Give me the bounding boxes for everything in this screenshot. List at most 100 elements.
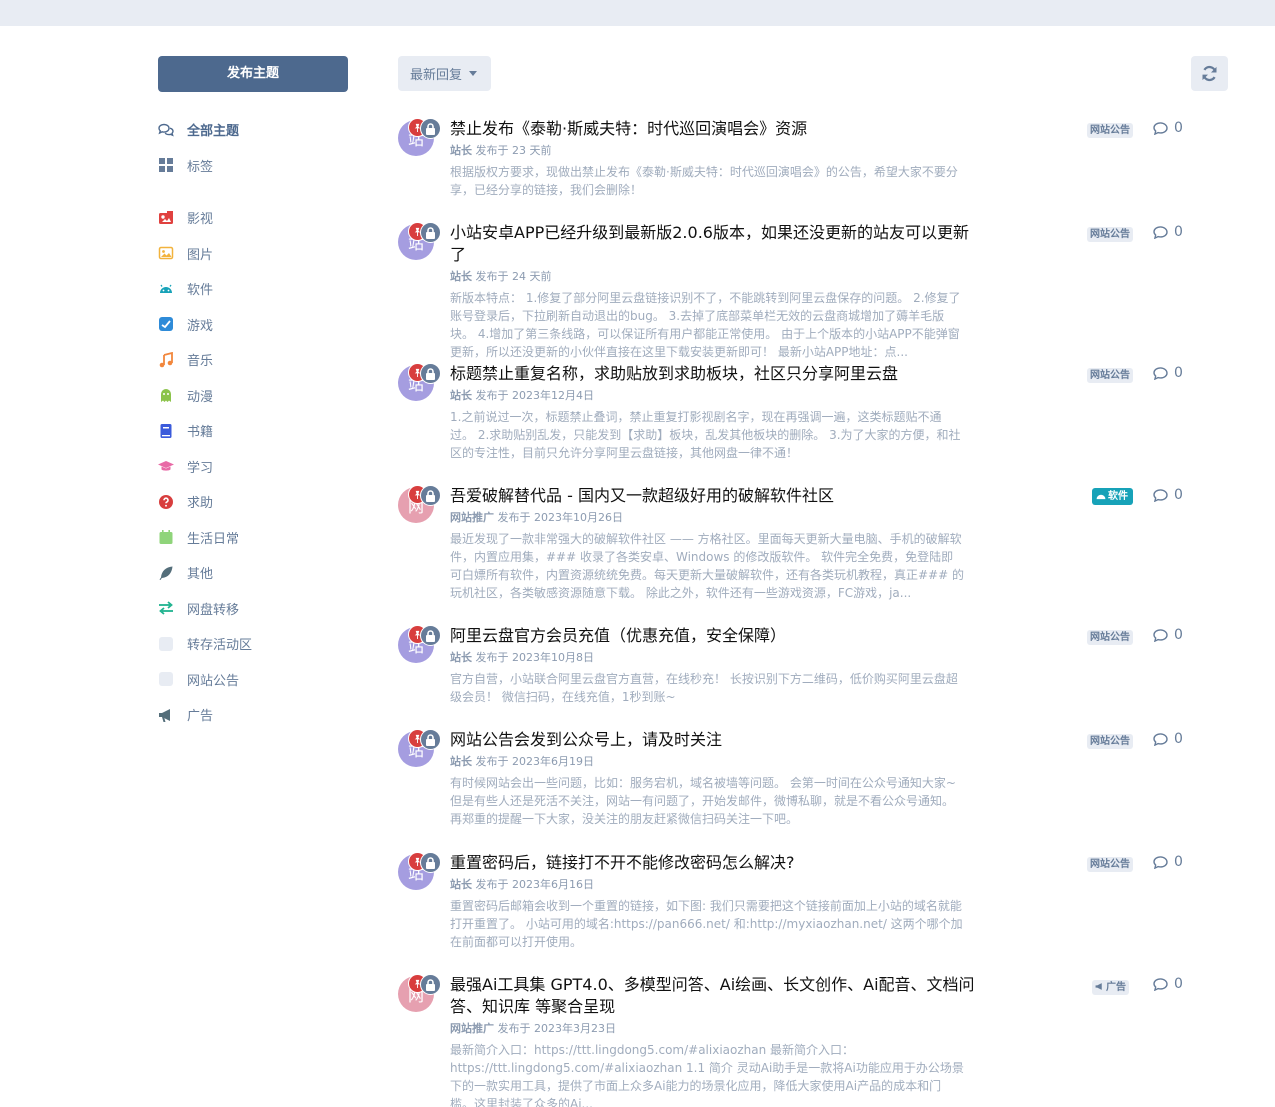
tag-badge[interactable]: 广告 [1092,980,1129,995]
sidebar-item-13[interactable]: 网盘转移 [158,591,348,627]
discussion-meta: 站长 发布于 24 天前 [450,269,1198,285]
reply-count: 0 [1153,365,1183,381]
android-icon [1096,494,1106,500]
sidebar-item-10[interactable]: 求助 [158,484,348,520]
reply-count: 0 [1153,854,1183,870]
music-icon [158,351,174,368]
sidebar-item-4[interactable]: 软件 [158,271,348,307]
bullhorn-icon [1095,983,1102,990]
sidebar-item-label: 书籍 [187,425,214,441]
blank-tag-icon [158,636,174,652]
image-icon [158,245,174,261]
lock-badge-icon [420,118,441,139]
discussion-title[interactable]: 标题禁止重复名称，求助贴放到求助板块，社区只分享阿里云盘 [450,363,980,385]
discussion-item[interactable]: 网最强Ai工具集 GPT4.0、多模型问答、Ai绘画、长文创作、Ai配音、文档问… [398,974,1198,1107]
author-name[interactable]: 站长 [450,270,472,283]
comment-icon [1153,732,1168,746]
tag-badge[interactable]: 软件 [1092,488,1133,505]
lock-badge-icon [420,363,441,384]
discussion-meta: 网站推广 发布于 2023年10月26日 [450,510,1198,526]
steam-icon [158,316,174,332]
author-name[interactable]: 站长 [450,755,472,768]
sidebar-item-5[interactable]: 游戏 [158,307,348,343]
author-name[interactable]: 网站推广 [450,1022,494,1035]
sidebar-item-label: 转存活动区 [187,638,253,654]
reply-count: 0 [1153,976,1183,992]
discussion-meta: 站长 发布于 2023年12月4日 [450,388,1198,404]
post-time: 发布于 2023年6月16日 [472,878,594,891]
lock-badge-icon [420,852,441,873]
sidebar-item-16[interactable]: 广告 [158,697,348,733]
discussion-item[interactable]: 站标题禁止重复名称，求助贴放到求助板块，社区只分享阿里云盘 站长 发布于 2023… [398,363,1198,462]
sidebar-item-8[interactable]: 书籍 [158,413,348,449]
comment-icon [1153,225,1168,239]
post-time: 发布于 2023年12月4日 [472,389,594,402]
sidebar-item-12[interactable]: 其他 [158,555,348,591]
tag-badge[interactable]: 网站公告 [1087,123,1133,138]
author-name[interactable]: 网站推广 [450,511,494,524]
sidebar-item-label: 广告 [187,709,214,725]
discussion-title[interactable]: 重置密码后，链接打不开不能修改密码怎么解决? [450,852,980,874]
refresh-icon [1202,65,1217,82]
discussion-item[interactable]: 站小站安卓APP已经升级到最新版2.0.6版本，如果还没更新的站友可以更新了 站长… [398,222,1198,361]
android-icon [158,281,174,297]
discussion-title[interactable]: 网站公告会发到公众号上，请及时关注 [450,729,980,751]
book-icon [158,423,174,439]
discussion-title[interactable]: 阿里云盘官方会员充值（优惠充值，安全保障） [450,625,980,647]
discussion-item[interactable]: 站阿里云盘官方会员充值（优惠充值，安全保障） 站长 发布于 2023年10月8日官… [398,625,1198,706]
discussion-excerpt: 1.之前说过一次，标题禁止叠词，禁止重复打影视剧名字，现在再强调一遍，这类标题贴… [450,410,961,460]
author-name[interactable]: 站长 [450,651,472,664]
reply-count: 0 [1153,731,1183,747]
film-icon [158,210,174,226]
discussion-item[interactable]: 站网站公告会发到公众号上，请及时关注 站长 发布于 2023年6月19日 有时候网站… [398,729,1198,828]
discussion-item[interactable]: 站禁止发布《泰勒·斯威夫特：时代巡回演唱会》资源 站长 发布于 23 天前 根据版权… [398,118,1198,199]
sidebar-item-label: 游戏 [187,318,214,334]
tag-badge[interactable]: 网站公告 [1087,227,1133,242]
discussion-item[interactable]: 站重置密码后，链接打不开不能修改密码怎么解决? 站长 发布于 2023年6月16日… [398,852,1198,951]
sidebar-item-9[interactable]: 学习 [158,449,348,485]
sidebar-item-2[interactable]: 影视 [158,200,348,236]
tag-badge[interactable]: 网站公告 [1087,734,1133,749]
grid-icon [158,157,174,173]
discussion-title[interactable]: 吾爱破解替代品 - 国内又一款超级好用的破解软件社区 [450,485,980,507]
post-time: 发布于 2023年10月8日 [472,651,594,664]
sidebar-item-14[interactable]: 转存活动区 [158,626,348,662]
discussion-title[interactable]: 禁止发布《泰勒·斯威夫特：时代巡回演唱会》资源 [450,118,980,140]
sort-dropdown[interactable]: 最新回复 [398,56,491,91]
comment-icon [1153,121,1168,135]
new-discussion-button[interactable]: 发布主题 [158,56,348,92]
tag-badge[interactable]: 网站公告 [1087,368,1133,383]
tag-badge[interactable]: 网站公告 [1087,630,1133,645]
sidebar-item-11[interactable]: 生活日常 [158,520,348,556]
sidebar-item-6[interactable]: 音乐 [158,342,348,378]
comment-icon [1153,628,1168,642]
lock-badge-icon [420,729,441,750]
sidebar-item-0[interactable]: 全部主题 [158,112,348,148]
post-time: 发布于 2023年6月19日 [472,755,594,768]
post-time: 发布于 2023年3月23日 [494,1022,616,1035]
sidebar: 发布主题 全部主题 标签影视图片软件游戏音乐 动漫书籍学习 求助 生活日常 其他 网盘转移转… [158,56,348,733]
comment-icon [1153,366,1168,380]
sidebar-item-3[interactable]: 图片 [158,236,348,272]
discussion-excerpt: 有时候网站会出一些问题，比如：服务宕机，域名被墙等问题。 会第一时间在公众号通知… [450,776,956,826]
sidebar-item-15[interactable]: 网站公告 [158,662,348,698]
question-icon [158,494,174,510]
sidebar-item-1[interactable]: 标签 [158,148,348,184]
comment-icon [1153,488,1168,502]
refresh-button[interactable] [1191,56,1228,91]
sidebar-item-7[interactable]: 动漫 [158,378,348,414]
discussion-meta: 站长 发布于 23 天前 [450,143,1198,159]
author-name[interactable]: 站长 [450,389,472,402]
author-name[interactable]: 站长 [450,878,472,891]
discussion-title[interactable]: 小站安卓APP已经升级到最新版2.0.6版本，如果还没更新的站友可以更新了 [450,222,980,266]
discussion-title[interactable]: 最强Ai工具集 GPT4.0、多模型问答、Ai绘画、长文创作、Ai配音、文档问答… [450,974,980,1018]
sidebar-item-label: 图片 [187,247,214,263]
tag-badge[interactable]: 网站公告 [1087,857,1133,872]
discussion-item[interactable]: 网吾爱破解替代品 - 国内又一款超级好用的破解软件社区 网站推广 发布于 2023… [398,485,1198,602]
reply-count: 0 [1153,224,1183,240]
discussion-excerpt: 新版本特点： 1.修复了部分阿里云盘链接识别不了，不能跳转到阿里云盘保存的问题。… [450,291,961,359]
feather-icon [158,565,174,581]
author-name[interactable]: 站长 [450,144,472,157]
bullhorn-icon [158,707,174,723]
reply-count: 0 [1153,627,1183,643]
